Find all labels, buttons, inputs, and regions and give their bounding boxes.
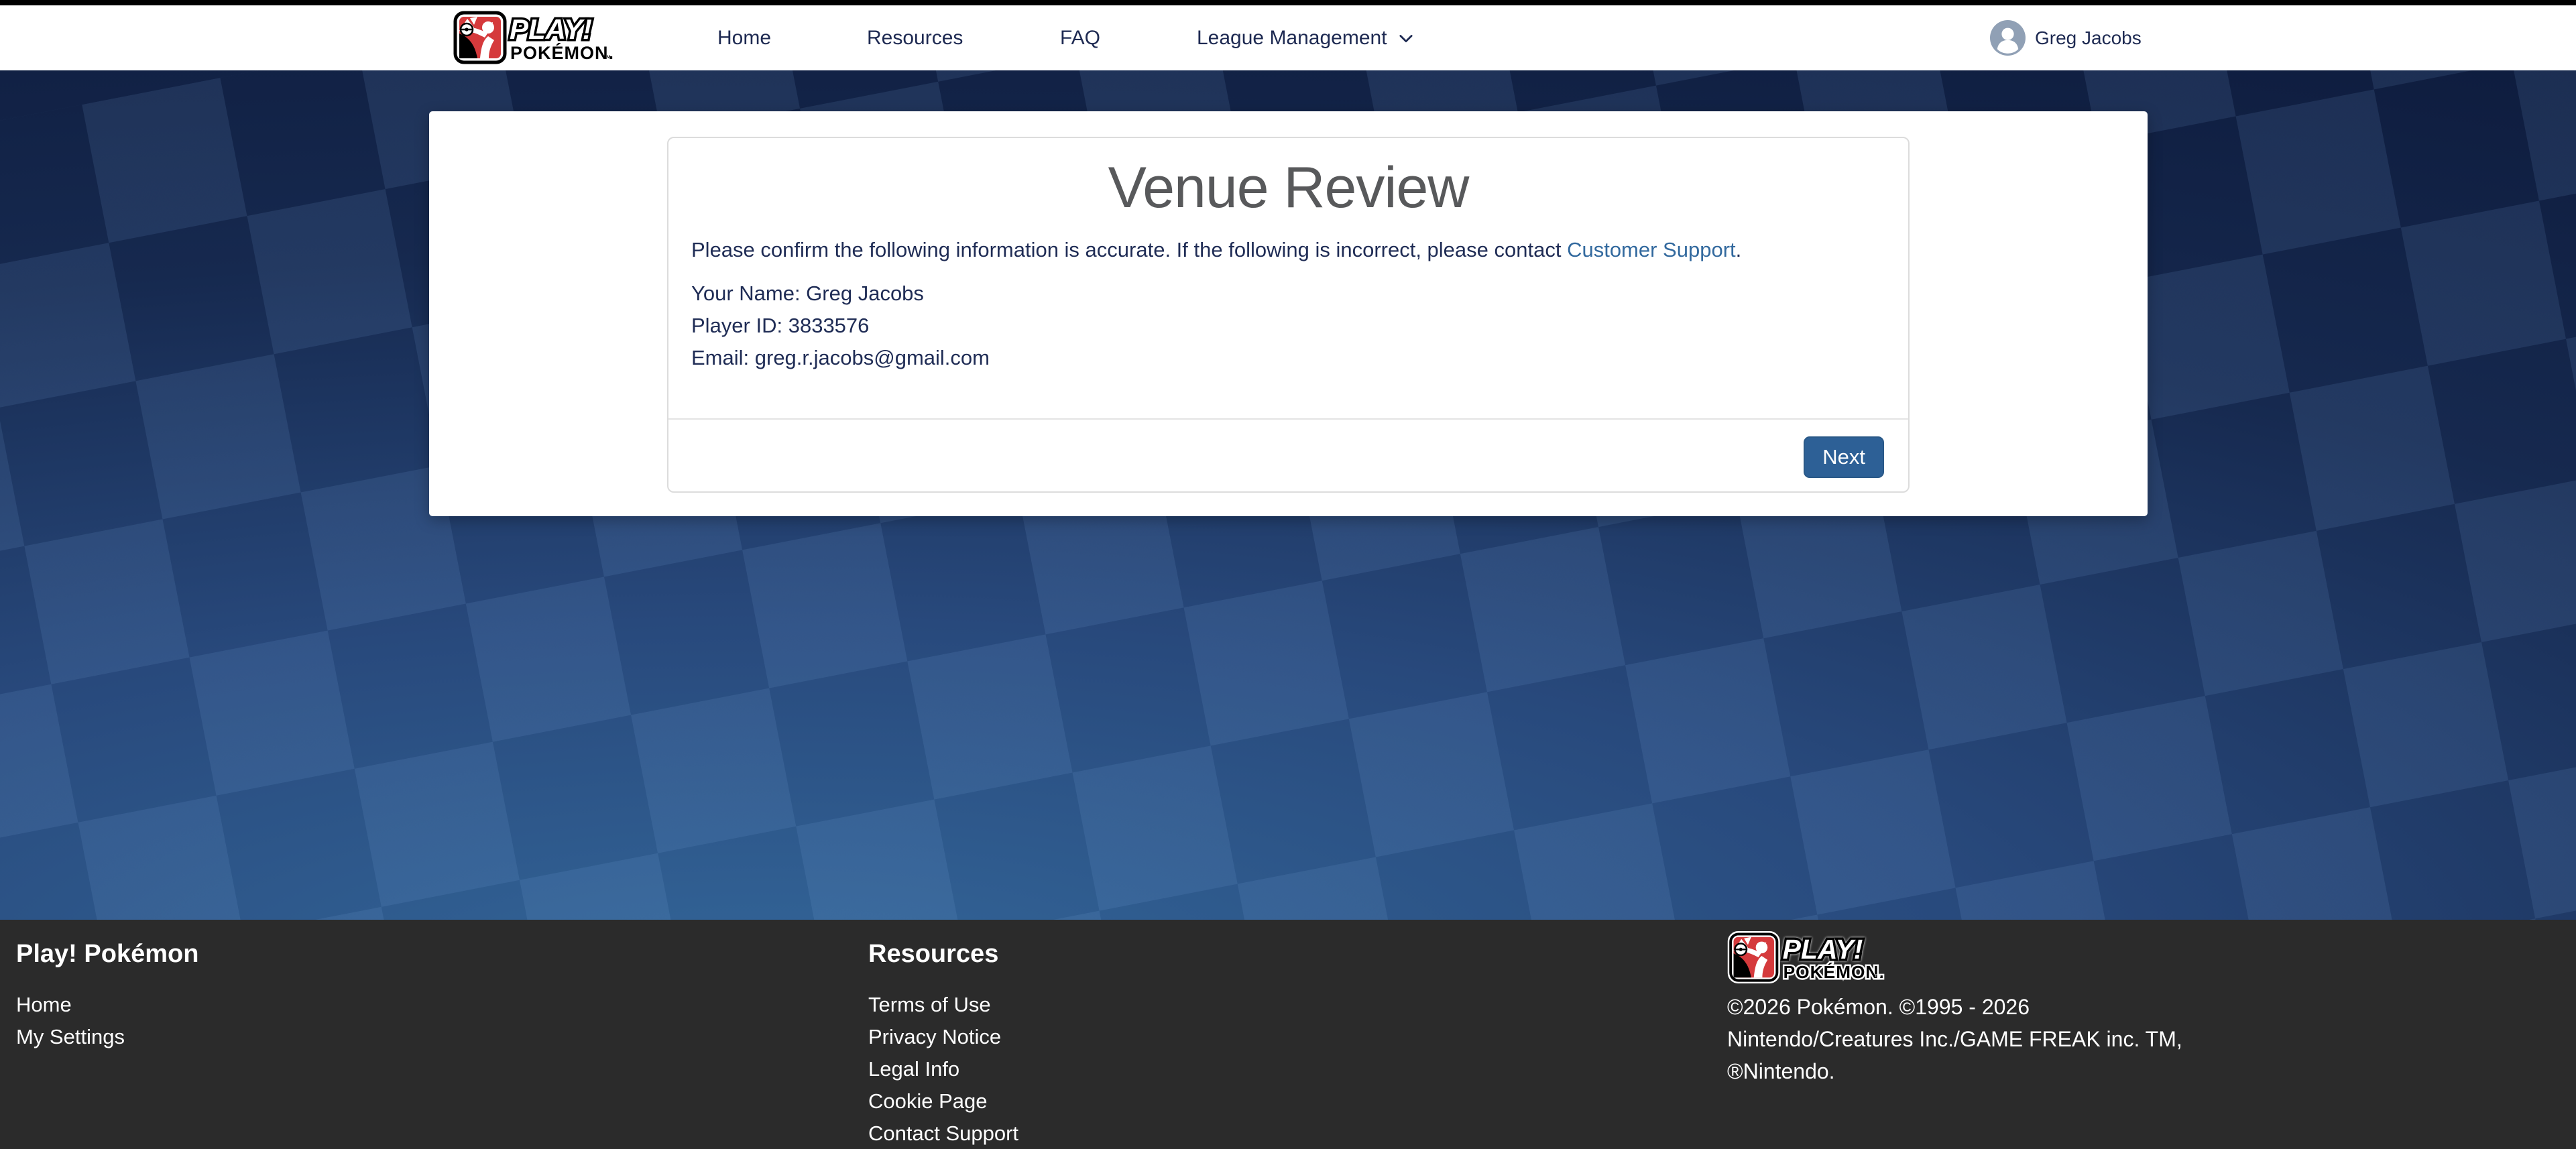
pokeball-trainer-badge-icon bbox=[455, 13, 505, 62]
nav-resources-label: Resources bbox=[867, 27, 963, 50]
email-row: Email: greg.r.jacobs@gmail.com bbox=[691, 342, 1885, 374]
logo-tm-mark: ™ bbox=[603, 54, 611, 62]
header: PLAY! POKÉMON. ™ Home Resources FAQ Leag… bbox=[0, 5, 2576, 70]
panel-body: Venue Review Please confirm the followin… bbox=[668, 138, 1908, 374]
footer-link-terms-of-use[interactable]: Terms of Use bbox=[868, 989, 1018, 1021]
page-title: Venue Review bbox=[691, 157, 1885, 219]
player-id-row: Player ID: 3833576 bbox=[691, 310, 1885, 342]
logo-play-text: PLAY! bbox=[1783, 934, 1863, 965]
customer-support-link[interactable]: Customer Support bbox=[1567, 238, 1736, 261]
next-button[interactable]: Next bbox=[1804, 436, 1884, 478]
user-avatar-icon bbox=[1990, 20, 2026, 56]
chevron-down-icon bbox=[1397, 29, 1415, 48]
confirmation-text: Please confirm the following information… bbox=[691, 237, 1885, 263]
footer-links-play-pokemon: Home My Settings bbox=[16, 989, 198, 1053]
panel-footer: Next bbox=[668, 420, 1908, 478]
play-pokemon-logo[interactable]: PLAY! POKÉMON. ™ bbox=[453, 11, 654, 64]
email-label: Email: bbox=[691, 346, 755, 369]
footer-link-contact-support[interactable]: Contact Support bbox=[868, 1117, 1018, 1149]
nav-item-league-management[interactable]: League Management bbox=[1197, 5, 1415, 70]
nav-league-label: League Management bbox=[1197, 27, 1387, 50]
footer-column-play-pokemon: Play! Pokémon Home My Settings bbox=[16, 920, 198, 1053]
logo-pokemon-text: POKÉMON. bbox=[1783, 962, 1885, 982]
logo-play-text: PLAY! bbox=[510, 13, 592, 45]
footer-link-cookie-page[interactable]: Cookie Page bbox=[868, 1085, 1018, 1117]
player-id-label: Player ID: bbox=[691, 314, 788, 337]
copyright-text: ©2026 Pokémon. ©1995 - 2026 Nintendo/Cre… bbox=[1727, 991, 2182, 1087]
nav-item-faq[interactable]: FAQ bbox=[1060, 5, 1100, 70]
user-name: Greg Jacobs bbox=[2035, 27, 2142, 49]
your-name-value: Greg Jacobs bbox=[806, 282, 924, 305]
footer-link-my-settings[interactable]: My Settings bbox=[16, 1021, 198, 1053]
nav-home-label: Home bbox=[717, 27, 771, 50]
footer-link-privacy-notice[interactable]: Privacy Notice bbox=[868, 1021, 1018, 1053]
footer-heading-resources: Resources bbox=[868, 940, 1018, 968]
logo-pokemon-text: POKÉMON. bbox=[510, 42, 614, 63]
footer-play-pokemon-logo: PLAY! POKÉMON. ™ bbox=[1727, 931, 1924, 983]
footer-link-legal-info[interactable]: Legal Info bbox=[868, 1053, 1018, 1085]
logo-tm-mark: ™ bbox=[1874, 973, 1881, 981]
venue-review-panel: Venue Review Please confirm the followin… bbox=[667, 137, 1910, 493]
copyright-line-3: ®Nintendo. bbox=[1727, 1055, 2182, 1087]
footer-links-resources: Terms of Use Privacy Notice Legal Info C… bbox=[868, 989, 1018, 1149]
nav-item-resources[interactable]: Resources bbox=[867, 5, 963, 70]
player-info: Your Name: Greg Jacobs Player ID: 383357… bbox=[691, 278, 1885, 374]
page: PLAY! POKÉMON. ™ Home Resources FAQ Leag… bbox=[0, 0, 2576, 1149]
pokeball-trainer-badge-icon bbox=[1730, 933, 1778, 981]
nav-item-home[interactable]: Home bbox=[717, 5, 771, 70]
nav-faq-label: FAQ bbox=[1060, 27, 1100, 50]
your-name-row: Your Name: Greg Jacobs bbox=[691, 278, 1885, 310]
footer: Play! Pokémon Home My Settings Resources… bbox=[0, 920, 2576, 1149]
intro-text-after-link: . bbox=[1736, 238, 1742, 261]
copyright-line-1: ©2026 Pokémon. ©1995 - 2026 bbox=[1727, 991, 2182, 1023]
intro-text-before-link: Please confirm the following information… bbox=[691, 238, 1567, 261]
user-menu[interactable]: Greg Jacobs bbox=[1990, 5, 2142, 70]
player-id-value: 3833576 bbox=[788, 314, 870, 337]
footer-column-resources: Resources Terms of Use Privacy Notice Le… bbox=[868, 920, 1018, 1149]
your-name-label: Your Name: bbox=[691, 282, 806, 305]
footer-link-home[interactable]: Home bbox=[16, 989, 198, 1021]
top-black-bar bbox=[0, 0, 2576, 5]
email-value: greg.r.jacobs@gmail.com bbox=[755, 346, 990, 369]
venue-review-card: Venue Review Please confirm the followin… bbox=[429, 111, 2148, 516]
copyright-line-2: Nintendo/Creatures Inc./GAME FREAK inc. … bbox=[1727, 1023, 2182, 1055]
footer-heading-play-pokemon: Play! Pokémon bbox=[16, 940, 198, 968]
